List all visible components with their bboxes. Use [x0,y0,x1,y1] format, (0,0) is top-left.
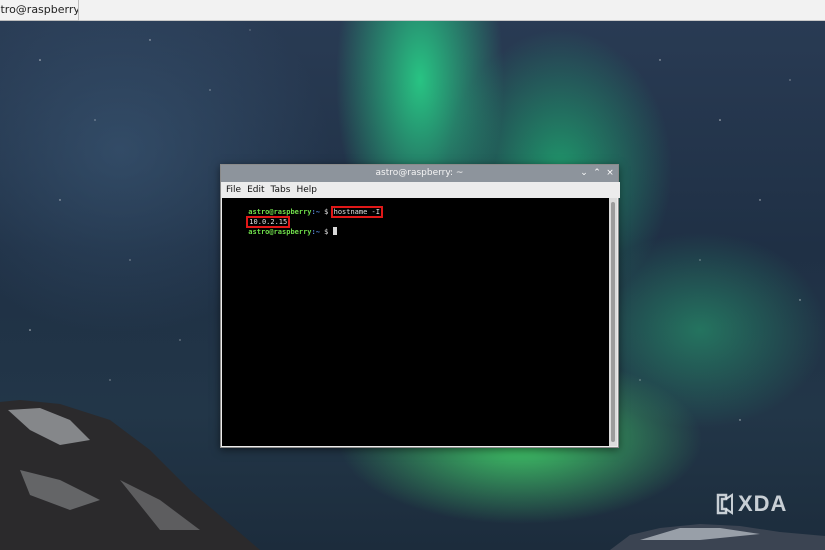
menu-edit[interactable]: Edit [244,182,267,198]
terminal-title: astro@raspberry: ~ [375,168,464,178]
maximize-icon[interactable]: ⌃ [591,167,603,179]
prompt-path: :~ [311,228,320,236]
terminal-window[interactable]: astro@raspberry: ~ ⌄ ⌃ × File Edit Tabs … [220,164,620,448]
terminal-line-output: 10.0.2.15 [223,209,291,228]
close-icon[interactable]: × [604,167,616,179]
prompt-symbol: $ [319,208,333,216]
prompt-path: :~ [311,208,320,216]
terminal-line-command: astro@raspberry:~ $ hostname -I [223,199,383,218]
menu-tabs[interactable]: Tabs [268,182,294,198]
terminal-menubar: File Edit Tabs Help [221,182,620,198]
xda-logo-icon [716,493,733,515]
menu-file[interactable]: File [223,182,244,198]
minimize-icon[interactable]: ⌄ [578,167,590,179]
window-title-tab[interactable]: astro@raspberry: ~ [0,0,79,21]
top-bar [78,0,825,21]
prompt-symbol: $ [319,228,333,236]
highlighted-command: hostname -I [330,206,383,218]
prompt-user: astro@raspberry [248,228,312,236]
watermark-text: XDA [738,491,788,516]
text-cursor [332,227,337,235]
window-title: astro@raspberry: ~ [0,3,79,16]
scrollbar-thumb[interactable] [611,202,615,442]
xda-watermark: XDA [716,491,787,517]
terminal-scrollbar[interactable] [609,198,617,446]
terminal-output[interactable]: astro@raspberry:~ $ hostname -I 10.0.2.1… [222,198,609,446]
terminal-line-prompt: astro@raspberry:~ $ [223,218,337,236]
menu-help[interactable]: Help [293,182,320,198]
terminal-titlebar[interactable]: astro@raspberry: ~ ⌄ ⌃ × [221,165,618,182]
